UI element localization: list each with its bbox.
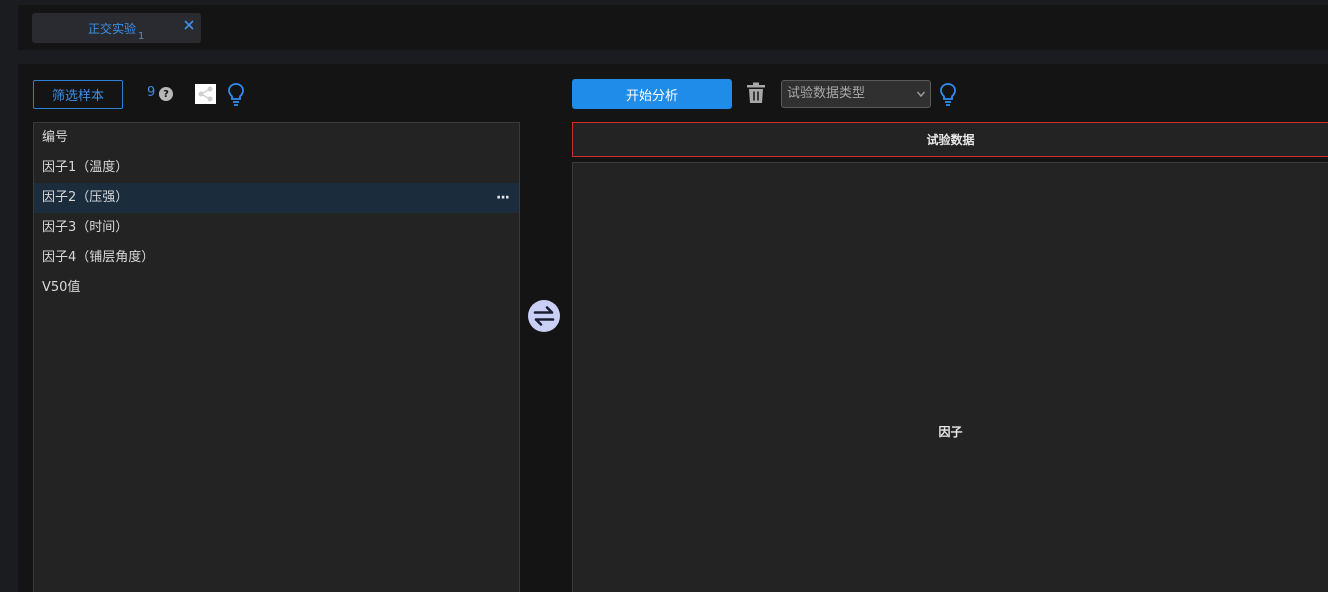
list-item[interactable]: 编号 [34, 123, 519, 153]
main-panel: 筛选样本 9 ? 编号 因子1（温度） 因子2（压强） ··· 因子3（时间） … [18, 64, 1328, 592]
list-item[interactable]: 因子4（铺层角度） [34, 243, 519, 273]
dropzone-label: 试验数据 [926, 133, 975, 147]
experiment-data-type-select[interactable]: 试验数据类型 [781, 80, 931, 108]
variable-list: 编号 因子1（温度） 因子2（压强） ··· 因子3（时间） 因子4（铺层角度）… [33, 122, 520, 592]
tab-orthogonal-experiment[interactable]: 正交实验 1 [32, 13, 201, 43]
list-item-label: 编号 [42, 130, 69, 145]
list-item-label: V50值 [42, 280, 81, 295]
dropzone-label: 因子 [938, 425, 963, 439]
list-item[interactable]: V50值 [34, 273, 519, 303]
select-value: 试验数据类型 [787, 86, 866, 101]
list-item-label: 因子3（时间） [42, 220, 129, 235]
list-item[interactable]: 因子2（压强） ··· [34, 183, 519, 213]
factor-dropzone[interactable]: 因子 [572, 162, 1328, 592]
tab-index: 1 [138, 31, 145, 42]
more-icon[interactable]: ··· [496, 183, 510, 213]
share-icon[interactable] [195, 84, 216, 104]
help-icon[interactable]: ? [159, 87, 173, 101]
tab-bar: 正交实验 1 [18, 5, 1328, 50]
list-item[interactable]: 因子1（温度） [34, 153, 519, 183]
experiment-data-dropzone[interactable]: 试验数据 [572, 122, 1328, 157]
start-analysis-button[interactable]: 开始分析 [572, 79, 732, 109]
tab-title: 正交实验 [88, 22, 137, 36]
close-icon[interactable] [183, 19, 195, 31]
lightbulb-icon[interactable] [939, 82, 957, 106]
variable-count: 9 [147, 85, 156, 100]
list-item-label: 因子2（压强） [42, 190, 129, 205]
chevron-down-icon [916, 91, 926, 98]
swap-icon[interactable] [527, 299, 561, 333]
list-item-label: 因子4（铺层角度） [42, 250, 155, 265]
list-item[interactable]: 因子3（时间） [34, 213, 519, 243]
trash-icon[interactable] [746, 82, 766, 104]
list-item-label: 因子1（温度） [42, 160, 129, 175]
lightbulb-icon[interactable] [227, 82, 245, 106]
filter-samples-button[interactable]: 筛选样本 [33, 80, 123, 109]
